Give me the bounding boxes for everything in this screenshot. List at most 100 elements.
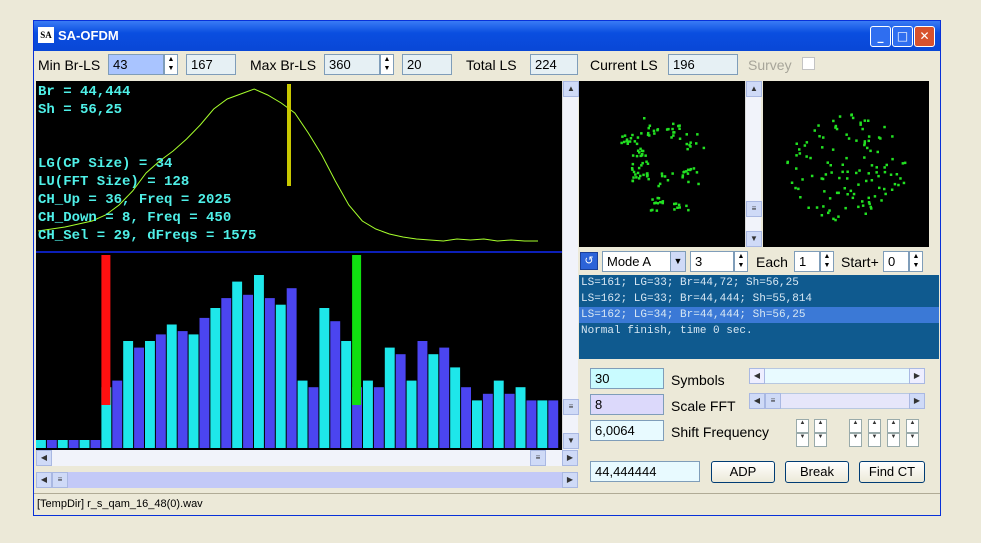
shift-down-4[interactable]: ▼ bbox=[868, 433, 881, 447]
scroll-up-arrow[interactable]: ▲ bbox=[563, 81, 579, 97]
const-scroll-up[interactable]: ▲ bbox=[746, 81, 762, 97]
green-marker bbox=[352, 255, 362, 405]
constellation-plot-2 bbox=[763, 81, 929, 247]
each-spinner[interactable]: ▲ ▼ bbox=[820, 251, 834, 272]
log-line[interactable]: Normal finish, time 0 sec. bbox=[579, 323, 939, 339]
min-br-ls-input[interactable]: 43 bbox=[108, 54, 164, 75]
scroll-down-arrow[interactable]: ▼ bbox=[563, 433, 579, 449]
constellation-point bbox=[677, 203, 681, 207]
scale-fft-thumb[interactable]: ≡ bbox=[765, 393, 781, 409]
constellation-point bbox=[817, 124, 820, 127]
chevron-down-icon[interactable]: ▼ bbox=[670, 251, 686, 272]
constellation-point bbox=[641, 161, 644, 165]
plot-vertical-scrollbar[interactable]: ▲ ≡ ▼ bbox=[562, 81, 579, 450]
spectrum-bar bbox=[395, 354, 406, 448]
constellation-point bbox=[858, 169, 861, 172]
find-ct-button[interactable]: Find CT bbox=[859, 461, 925, 483]
each-input[interactable]: 1 bbox=[794, 251, 820, 272]
minimize-button[interactable]: _ bbox=[870, 26, 891, 47]
shift-frequency-input[interactable]: 6,0064 bbox=[590, 420, 664, 441]
scale-fft-input[interactable]: 8 bbox=[590, 394, 664, 415]
symbols-slider[interactable]: ◀ ▶ bbox=[749, 368, 925, 384]
log-line[interactable]: LS=162; LG=34; Br=44,444; Sh=56,25 bbox=[579, 307, 939, 323]
scale-fft-left[interactable]: ◀ bbox=[749, 393, 765, 409]
const-scroll-thumb[interactable]: ≡ bbox=[746, 201, 762, 217]
log-line[interactable]: LS=162; LG=33; Br=44,444; Sh=55,814 bbox=[579, 291, 939, 307]
constellation-point bbox=[643, 117, 646, 120]
shift-down-5[interactable]: ▼ bbox=[887, 433, 900, 447]
spectrum-bar bbox=[155, 334, 166, 448]
log-line[interactable]: LS=161; LG=33; Br=44,72; Sh=56,25 bbox=[579, 275, 939, 291]
shift-up-4[interactable]: ▲ bbox=[868, 419, 881, 433]
symbols-slider-right[interactable]: ▶ bbox=[909, 368, 925, 384]
constellation-point bbox=[834, 218, 837, 222]
constellation-point bbox=[849, 189, 853, 193]
spectrum-bar bbox=[482, 393, 493, 448]
min-br-ls-spinner[interactable]: ▲ ▼ bbox=[164, 54, 178, 75]
constellation-point bbox=[678, 127, 681, 130]
spectrum-bar bbox=[46, 440, 57, 448]
adp-button[interactable]: ADP bbox=[711, 461, 775, 483]
constellation-point bbox=[688, 168, 692, 172]
spectrum-bar bbox=[341, 341, 352, 448]
plot-text-line: CH_Sel = 29, dFreqs = 1575 bbox=[38, 228, 257, 244]
shift-down-1[interactable]: ▼ bbox=[796, 433, 809, 447]
shift-up-3[interactable]: ▲ bbox=[849, 419, 862, 433]
constellation-scrollbar[interactable]: ▲ ≡ ▼ bbox=[745, 81, 762, 247]
max-br-ls-input[interactable]: 360 bbox=[324, 54, 380, 75]
symbols-input[interactable]: 30 bbox=[590, 368, 664, 389]
plot-horizontal-scrollbar[interactable]: ◀ ≡ ▶ bbox=[36, 450, 578, 466]
shift-up-6[interactable]: ▲ bbox=[906, 419, 919, 433]
secondary-horizontal-scrollbar[interactable]: ◀ ≡ ▶ bbox=[36, 472, 578, 488]
maximize-button[interactable]: □ bbox=[892, 26, 913, 47]
scroll-thumb-2[interactable]: ≡ bbox=[52, 472, 68, 488]
max-br-ls-spinner[interactable]: ▲ ▼ bbox=[380, 54, 394, 75]
shift-down-2[interactable]: ▼ bbox=[814, 433, 827, 447]
start-spinner[interactable]: ▲ ▼ bbox=[909, 251, 923, 272]
scroll-left-arrow-2[interactable]: ◀ bbox=[36, 472, 52, 488]
shift-down-3[interactable]: ▼ bbox=[849, 433, 862, 447]
scroll-thumb[interactable]: ≡ bbox=[563, 399, 579, 415]
main-window: SA SA-OFDM _ □ ✕ Min Br-LS 43 ▲ ▼ 167 Max… bbox=[33, 20, 941, 516]
constellation-point bbox=[870, 179, 874, 182]
const-scroll-down[interactable]: ▼ bbox=[746, 231, 762, 247]
constellation-point bbox=[838, 115, 842, 118]
constellation-points-1 bbox=[620, 117, 706, 212]
start-input[interactable]: 0 bbox=[883, 251, 909, 272]
title-bar[interactable]: SA SA-OFDM _ □ ✕ bbox=[34, 21, 940, 51]
constellation-point bbox=[866, 146, 869, 150]
constellation-point bbox=[876, 150, 879, 154]
constellation-point bbox=[883, 125, 886, 129]
constellation-point bbox=[902, 181, 906, 185]
constellation-points-2 bbox=[786, 113, 907, 222]
constellation-point bbox=[846, 193, 849, 196]
scroll-right-arrow-2[interactable]: ▶ bbox=[562, 472, 578, 488]
shift-up-5[interactable]: ▲ bbox=[887, 419, 900, 433]
break-button[interactable]: Break bbox=[785, 461, 849, 483]
scroll-right-arrow[interactable]: ▶ bbox=[562, 450, 578, 466]
constellation-point bbox=[642, 173, 645, 177]
constellation-point bbox=[635, 154, 639, 158]
scale-fft-slider[interactable]: ◀ ≡ ▶ bbox=[749, 393, 925, 409]
refresh-icon[interactable]: ↺ bbox=[580, 252, 598, 270]
constellation-point bbox=[631, 162, 635, 166]
scroll-h-thumb[interactable]: ≡ bbox=[530, 450, 546, 466]
shift-up-2[interactable]: ▲ bbox=[814, 419, 827, 433]
close-button[interactable]: ✕ bbox=[914, 26, 935, 47]
shift-down-6[interactable]: ▼ bbox=[906, 433, 919, 447]
plot-text-line: LG(CP Size) = 34 bbox=[38, 156, 173, 172]
top-controls: Min Br-LS 43 ▲ ▼ 167 Max Br-LS 360 ▲ ▼ 20 … bbox=[34, 51, 940, 81]
symbols-slider-left[interactable]: ◀ bbox=[749, 368, 765, 384]
survey-checkbox[interactable] bbox=[802, 57, 815, 70]
constellation-point bbox=[678, 206, 681, 209]
constellation-point bbox=[632, 170, 636, 174]
mode-count-input[interactable]: 3 bbox=[690, 251, 734, 272]
spectrum-bar bbox=[330, 321, 341, 448]
shift-up-1[interactable]: ▲ bbox=[796, 419, 809, 433]
scroll-left-arrow[interactable]: ◀ bbox=[36, 450, 52, 466]
scale-fft-right[interactable]: ▶ bbox=[909, 393, 925, 409]
constellation-point bbox=[803, 144, 807, 147]
constellation-point bbox=[841, 163, 844, 166]
mode-count-spinner[interactable]: ▲ ▼ bbox=[734, 251, 748, 272]
log-list[interactable]: LS=161; LG=33; Br=44,72; Sh=56,25 LS=162… bbox=[579, 275, 939, 359]
